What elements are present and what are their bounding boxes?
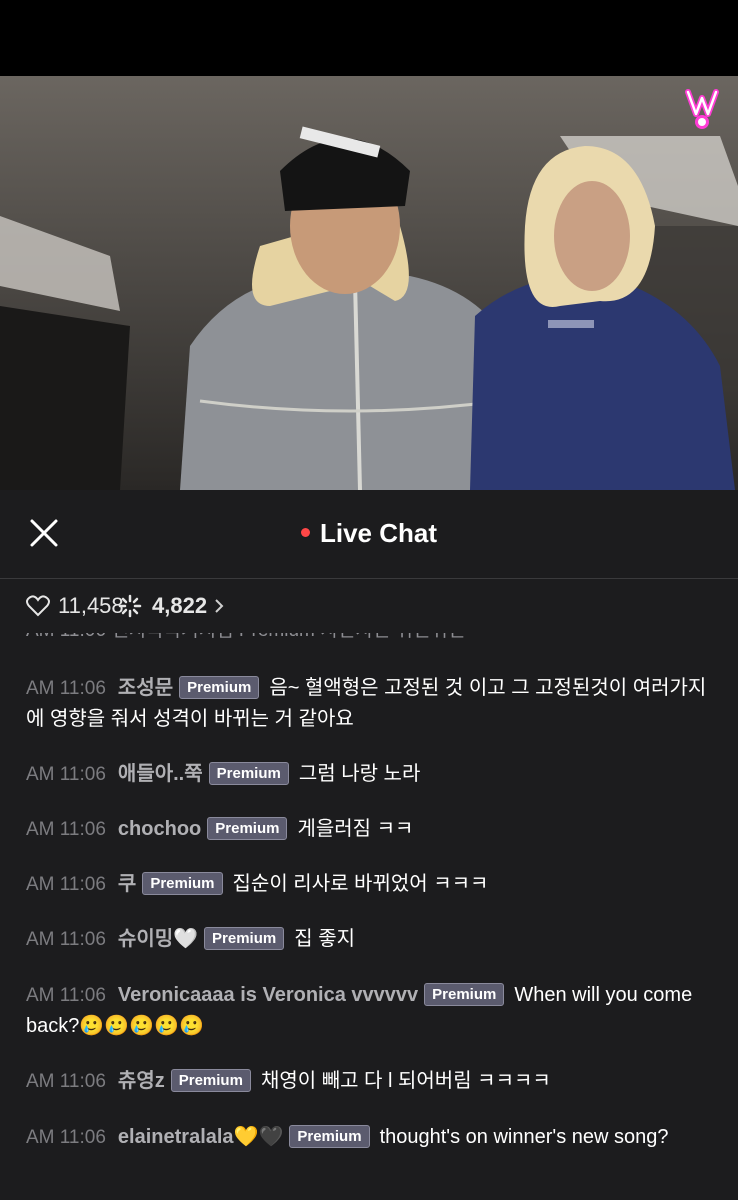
views-value: 4,822 [152,593,208,618]
message-nickname[interactable]: 츄영z [118,1070,165,1092]
message-time: AM 11:06 [26,1071,106,1092]
message-nickname[interactable]: 조성문 [118,677,173,699]
message-nickname[interactable]: 애들아..쭉 [118,763,203,785]
premium-badge: Premium [424,983,505,1006]
status-bar-area [0,0,738,76]
premium-badge: Premium [142,872,223,895]
likes-count: 11,458 [26,593,124,619]
message-time: AM 11:06 [26,929,106,950]
premium-badge: Premium [179,676,260,699]
page-title: Live Chat [0,518,738,549]
message-nickname[interactable]: Veronicaaaa is Veronica vvvvvv [118,984,418,1006]
message-time: AM 11:06 [26,764,106,785]
message-text: 게을러짐 ㅋㅋ [297,818,414,840]
premium-badge: Premium [289,1125,370,1148]
viewers-icon [118,594,142,618]
chat-message: AM 11:06 애들아..쭉 Premium 그럼 나랑 노라 [26,759,712,790]
message-time: AM 11:06 [26,1127,106,1148]
message-nickname[interactable]: 쿠 [118,873,136,895]
message-text: 채영이 빼고 다 l 되어버림 ㅋㅋㅋㅋ [260,1070,551,1092]
heart-icon [26,595,50,617]
message-text: 그럼 나랑 노라 [298,763,421,785]
chevron-right-icon [215,599,224,613]
likes-value: 11,458 [58,593,124,618]
chat-message-list[interactable]: AM 11:06 맨치국국거치엄 Premium 치킨치킨 취킨취킨 AM 11… [0,633,738,1200]
chat-message: AM 11:06 조성문 Premium 음~ 혈액형은 고정된 것 이고 그 고정된… [26,673,712,735]
stats-bar: 11,458 4,822 [0,579,738,633]
chat-message: AM 11:06 쿠 Premium 집순이 리사로 바뀌었어 ㅋㅋㅋ [26,869,712,900]
message-nickname[interactable]: chochoo [118,818,201,840]
chat-message: AM 11:06 Veronicaaaa is Veronica vvvvvv Pr… [26,980,712,1042]
message-time: AM 11:06 [26,985,106,1006]
clipped-chat-message: AM 11:06 맨치국국거치엄 Premium 치킨치킨 취킨취킨 [26,633,465,642]
message-text: 집순이 리사로 바뀌었어 ㅋㅋㅋ [232,873,489,895]
chat-message: AM 11:06 츄영z Premium 채영이 빼고 다 l 되어버림 ㅋㅋㅋㅋ [26,1066,712,1097]
chat-header: Live Chat [0,490,738,579]
message-time: AM 11:06 [26,678,106,699]
message-text: thought's on winner's new song? [379,1126,669,1148]
premium-badge: Premium [170,1069,251,1092]
chat-message: AM 11:06 chochoo Premium 게을러짐 ㅋㅋ [26,814,712,845]
live-video-player[interactable] [0,76,738,490]
message-time: AM 11:06 [26,874,106,895]
vlive-logo-icon [682,88,722,132]
premium-badge: Premium [208,762,289,785]
message-time: AM 11:06 [26,819,106,840]
header-title-text: Live Chat [319,518,438,548]
live-indicator-dot [300,527,310,537]
message-nickname[interactable]: 슈이밍🤍 [118,928,198,950]
views-count[interactable]: 4,822 [118,593,225,619]
video-frame [0,76,738,490]
chat-message: AM 11:06 슈이밍🤍 Premium 집 좋지 [26,924,712,955]
premium-badge: Premium [207,817,288,840]
premium-badge: Premium [204,927,285,950]
chat-message: AM 11:06 elainetralala💛🖤 Premium thought's … [26,1122,712,1153]
message-nickname[interactable]: elainetralala💛🖤 [118,1126,283,1148]
message-text: 집 좋지 [294,928,355,950]
